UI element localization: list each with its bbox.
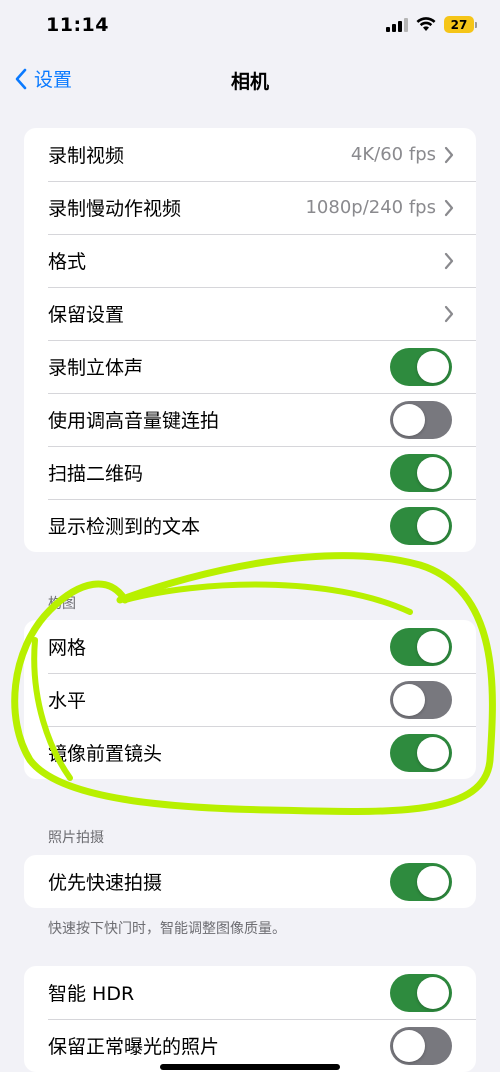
toggle-switch-on[interactable] (390, 973, 452, 1012)
hdr-group: 智能 HDR 保留正常曝光的照片 (24, 966, 476, 1072)
toggle-knob (417, 976, 449, 1009)
settings-row[interactable]: 格式 (24, 234, 476, 287)
navigation-bar: 设置 相机 (0, 56, 500, 104)
chevron-right-icon (444, 252, 454, 270)
settings-row-label: 格式 (48, 251, 87, 273)
settings-row-label: 优先快速拍摄 (48, 872, 163, 894)
settings-row-label: 使用调高音量键连拍 (48, 410, 220, 432)
cellular-signal-icon (386, 17, 408, 32)
toggle-switch-off[interactable] (390, 1026, 452, 1065)
toggle-switch-on[interactable] (390, 506, 452, 545)
status-icons: 27 (386, 16, 477, 33)
settings-row: 优先快速拍摄 (24, 855, 476, 908)
page-title: 相机 (230, 71, 269, 93)
settings-row-value: 4K/60 fps (350, 144, 436, 165)
status-time: 11:14 (46, 14, 109, 36)
toggle-switch-on[interactable] (390, 627, 452, 666)
settings-row: 显示检测到的文本 (24, 499, 476, 552)
toggle-switch-on[interactable] (390, 347, 452, 386)
toggle-switch-on[interactable] (390, 733, 452, 772)
settings-row: 网格 (24, 620, 476, 673)
settings-row-label: 智能 HDR (48, 983, 135, 1005)
settings-row[interactable]: 录制慢动作视频 1080p/240 fps (24, 181, 476, 234)
settings-row: 扫描二维码 (24, 446, 476, 499)
settings-row[interactable]: 录制视频 4K/60 fps (24, 128, 476, 181)
photo-capture-footnote: 快速按下快门时，智能调整图像质量。 (48, 921, 286, 937)
wifi-icon (416, 17, 436, 31)
settings-row-label: 显示检测到的文本 (48, 516, 201, 538)
toggle-switch-off[interactable] (390, 680, 452, 719)
home-indicator (160, 1064, 340, 1070)
toggle-switch-off[interactable] (390, 400, 452, 439)
settings-row: 录制立体声 (24, 340, 476, 393)
settings-row: 镜像前置镜头 (24, 726, 476, 779)
settings-row-label: 保留设置 (48, 304, 125, 326)
settings-row-label: 水平 (48, 690, 87, 712)
toggle-knob (417, 630, 449, 663)
settings-row[interactable]: 保留设置 (24, 287, 476, 340)
settings-row-label: 录制慢动作视频 (48, 198, 182, 220)
toggle-knob (417, 736, 449, 769)
settings-row: 智能 HDR (24, 966, 476, 1019)
toggle-knob (417, 350, 449, 383)
settings-row-label: 扫描二维码 (48, 463, 144, 485)
settings-row-label: 录制视频 (48, 145, 125, 167)
settings-row-value: 1080p/240 fps (305, 197, 436, 218)
photo-capture-group: 优先快速拍摄 (24, 855, 476, 908)
toggle-knob (417, 509, 449, 542)
composition-group: 网格水平镜像前置镜头 (24, 620, 476, 779)
toggle-knob (393, 1029, 425, 1062)
chevron-right-icon (444, 199, 454, 217)
chevron-right-icon (444, 305, 454, 323)
settings-row-label: 网格 (48, 637, 87, 659)
battery-level: 27 (450, 17, 468, 32)
toggle-knob (417, 865, 449, 898)
settings-row: 使用调高音量键连拍 (24, 393, 476, 446)
settings-row-label: 录制立体声 (48, 357, 144, 379)
section-header-photo-capture: 照片拍摄 (48, 830, 104, 846)
toggle-knob (417, 456, 449, 489)
camera-settings-group: 录制视频 4K/60 fps 录制慢动作视频 1080p/240 fps 格式 保留设置录… (24, 128, 476, 552)
toggle-switch-on[interactable] (390, 453, 452, 492)
chevron-right-icon (444, 146, 454, 164)
toggle-knob (393, 683, 425, 716)
settings-row: 水平 (24, 673, 476, 726)
battery-indicator: 27 (444, 16, 477, 33)
settings-row-label: 镜像前置镜头 (48, 743, 163, 765)
section-header-composition: 构图 (48, 596, 76, 612)
toggle-knob (393, 403, 425, 436)
toggle-switch-on[interactable] (390, 862, 452, 901)
settings-row-label: 保留正常曝光的照片 (48, 1036, 220, 1058)
status-bar: 11:14 27 (0, 0, 500, 56)
